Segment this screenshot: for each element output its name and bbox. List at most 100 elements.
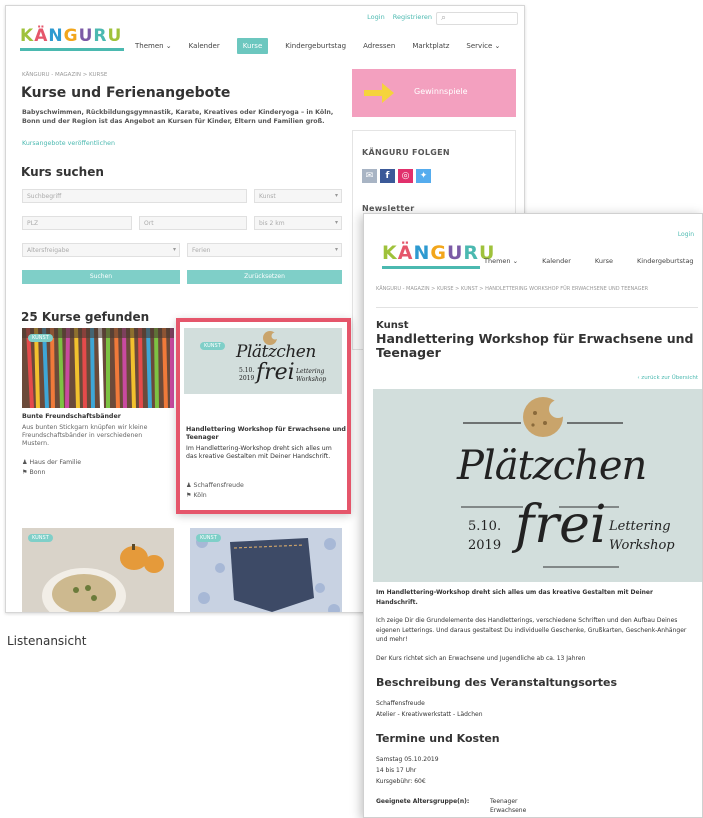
ort-placeholder: Ort: [144, 220, 154, 227]
ort-input[interactable]: Ort: [139, 216, 247, 230]
category-badge: KUNST: [28, 334, 53, 342]
nav-item-kurse[interactable]: Kurse: [595, 257, 613, 265]
course-city-name: Bonn: [29, 469, 46, 476]
site-search-input[interactable]: ⌕: [436, 12, 518, 25]
category-badge: KUNST: [196, 534, 221, 542]
lettering-date-year: 2019: [239, 375, 255, 382]
course-title[interactable]: Handlettering Workshop für Erwachsene un…: [186, 426, 346, 442]
lettering-word-frei: frei: [256, 360, 295, 385]
publish-courses-link[interactable]: Kursangebote veröffentlichen: [22, 140, 115, 147]
course-title[interactable]: Bunte Freundschaftsbänder: [22, 413, 121, 421]
instagram-icon[interactable]: ◎: [398, 169, 413, 183]
course-host-name: Haus der Familie: [29, 459, 82, 466]
lettering-tag-lettering: Lettering: [296, 368, 325, 375]
holidays-value: Ferien: [192, 247, 211, 254]
course-city: ⚑ Köln: [186, 491, 207, 500]
search-icon: ⌕: [441, 13, 447, 23]
nav-item-themen[interactable]: Themen ⌄: [135, 42, 172, 50]
course-image-lettering: Plätzchen 5.10. 2019 frei Lettering Work…: [184, 328, 342, 394]
lettering-date-day: 5.10.: [468, 519, 502, 534]
newsletter-heading: Newsletter: [362, 204, 415, 213]
search-button[interactable]: Suchen: [22, 270, 180, 284]
arrow-right-icon: [364, 83, 394, 103]
chevron-down-icon: ▾: [172, 246, 176, 253]
nav-item-adressen[interactable]: Adressen: [363, 42, 395, 50]
course-card[interactable]: KUNST: [190, 528, 342, 612]
course-description: Im Handlettering-Workshop dreht sich all…: [186, 445, 332, 460]
course-host: ♟ Schaffensfreude: [186, 481, 244, 490]
plz-placeholder: PLZ: [27, 220, 39, 227]
course-card[interactable]: KUNST: [22, 528, 174, 612]
results-heading: 25 Kurse gefunden: [21, 310, 150, 324]
nav-item-service[interactable]: Service ⌄: [466, 42, 500, 50]
age-value: Altersfreigabe: [27, 247, 70, 254]
course-date: Samstag 05.10.2019: [376, 756, 439, 763]
lettering-tag-workshop: Workshop: [609, 538, 675, 553]
breadcrumb: KÄNGURU - MAGAZIN > KURSE > KUNST > HAND…: [376, 286, 649, 292]
lettering-tag-workshop: Workshop: [296, 376, 327, 383]
category-badge: KUNST: [200, 342, 225, 350]
dates-heading: Termine und Kosten: [376, 732, 500, 745]
nav-item-kalender[interactable]: Kalender: [542, 257, 571, 265]
age-select[interactable]: Altersfreigabe ▾: [22, 243, 180, 257]
page-intro: Babyschwimmen, Rückbildungsgymnastik, Ka…: [22, 109, 334, 125]
nav-item-kindergeburtstag[interactable]: Kindergeburtstag: [285, 42, 346, 50]
reset-button[interactable]: Zurücksetzen: [187, 270, 342, 284]
venue-description: Atelier - Kreativwerkstatt - Lädchen: [376, 711, 483, 718]
logo-tagline-bar: [20, 48, 124, 51]
facebook-icon[interactable]: f: [380, 169, 395, 183]
holidays-select[interactable]: Ferien ▾: [187, 243, 342, 257]
giveaway-banner[interactable]: Gewinnspiele: [352, 69, 516, 117]
lettering-date-day: 5.10.: [239, 367, 255, 374]
nav-item-kurse[interactable]: Kurse: [236, 38, 269, 54]
register-link[interactable]: Registrieren: [393, 13, 432, 21]
course-body: Ich zeige Dir die Grundelemente des Hand…: [376, 617, 687, 643]
lettering-word-plaetzchen: Plätzchen: [457, 443, 647, 489]
age-group-value: Erwachsene: [490, 807, 527, 814]
account-links: Login Registrieren: [361, 13, 432, 21]
nav-item-marktplatz[interactable]: Marktplatz: [412, 42, 449, 50]
radius-value: bis 2 km: [259, 220, 285, 227]
highlighted-course-card[interactable]: Plätzchen 5.10. 2019 frei Lettering Work…: [176, 318, 351, 514]
course-card[interactable]: KUNST Bunte Freundschaftsbänder Aus bunt…: [22, 328, 174, 528]
category-select[interactable]: Kunst ▾: [254, 189, 342, 203]
course-description: Aus bunten Stickgarn knüpfen wir kleine …: [22, 424, 148, 447]
breadcrumb: KÄNGURU - MAGAZIN > KURSE: [22, 72, 108, 78]
kanguru-logo[interactable]: KÄNGURU: [382, 242, 495, 264]
logo-tagline-bar: [382, 266, 480, 269]
lettering-word-frei: frei: [515, 495, 607, 555]
follow-heading: KÄNGURU FOLGEN: [362, 148, 450, 157]
course-host: ♟ Haus der Familie: [22, 458, 81, 467]
figure-caption: Listenansicht: [7, 634, 87, 648]
nav-item-kindergeburtstag[interactable]: Kindergeburtstag: [637, 257, 694, 265]
back-to-overview-link[interactable]: ‹ zurück zur Übersicht: [637, 375, 698, 381]
flag-icon: ⚑: [22, 469, 28, 476]
lettering-date-year: 2019: [468, 538, 502, 553]
venue-heading: Beschreibung des Veranstaltungsortes: [376, 676, 617, 689]
course-image-food: KUNST: [22, 528, 174, 612]
login-link[interactable]: Login: [367, 13, 385, 21]
detail-view-screenshot: Login KÄNGURU Themen ⌄ Kalender Kurse Ki…: [363, 213, 703, 818]
giveaway-label: Gewinnspiele: [414, 87, 468, 96]
radius-select[interactable]: bis 2 km ▾: [254, 216, 342, 230]
course-fee: Kursgebühr: 60€: [376, 778, 426, 785]
page-title: Kurse und Ferienangebote: [21, 85, 231, 101]
plz-input[interactable]: PLZ: [22, 216, 132, 230]
login-link[interactable]: Login: [678, 231, 694, 238]
course-city: ⚑ Bonn: [22, 468, 45, 477]
category-value: Kunst: [259, 193, 276, 200]
search-heading: Kurs suchen: [21, 165, 104, 179]
twitter-icon[interactable]: ✦: [416, 169, 431, 183]
divider: [376, 307, 698, 308]
kanguru-logo[interactable]: KÄNGURU: [20, 26, 122, 46]
page-title: Handlettering Workshop für Erwachsene un…: [376, 331, 694, 360]
chevron-down-icon: ▾: [334, 192, 338, 199]
age-group-label: Geeignete Altersgruppe(n):: [376, 798, 470, 805]
keyword-input[interactable]: Suchbegriff: [22, 189, 247, 203]
lettering-tag-lettering: Lettering: [609, 519, 671, 534]
course-lead: Im Handlettering-Workshop dreht sich all…: [376, 589, 653, 606]
email-icon[interactable]: ✉: [362, 169, 377, 183]
category-heading: Kunst: [376, 320, 409, 331]
nav-item-kalender[interactable]: Kalender: [189, 42, 220, 50]
nav-item-themen[interactable]: Themen ⌄: [484, 257, 518, 265]
